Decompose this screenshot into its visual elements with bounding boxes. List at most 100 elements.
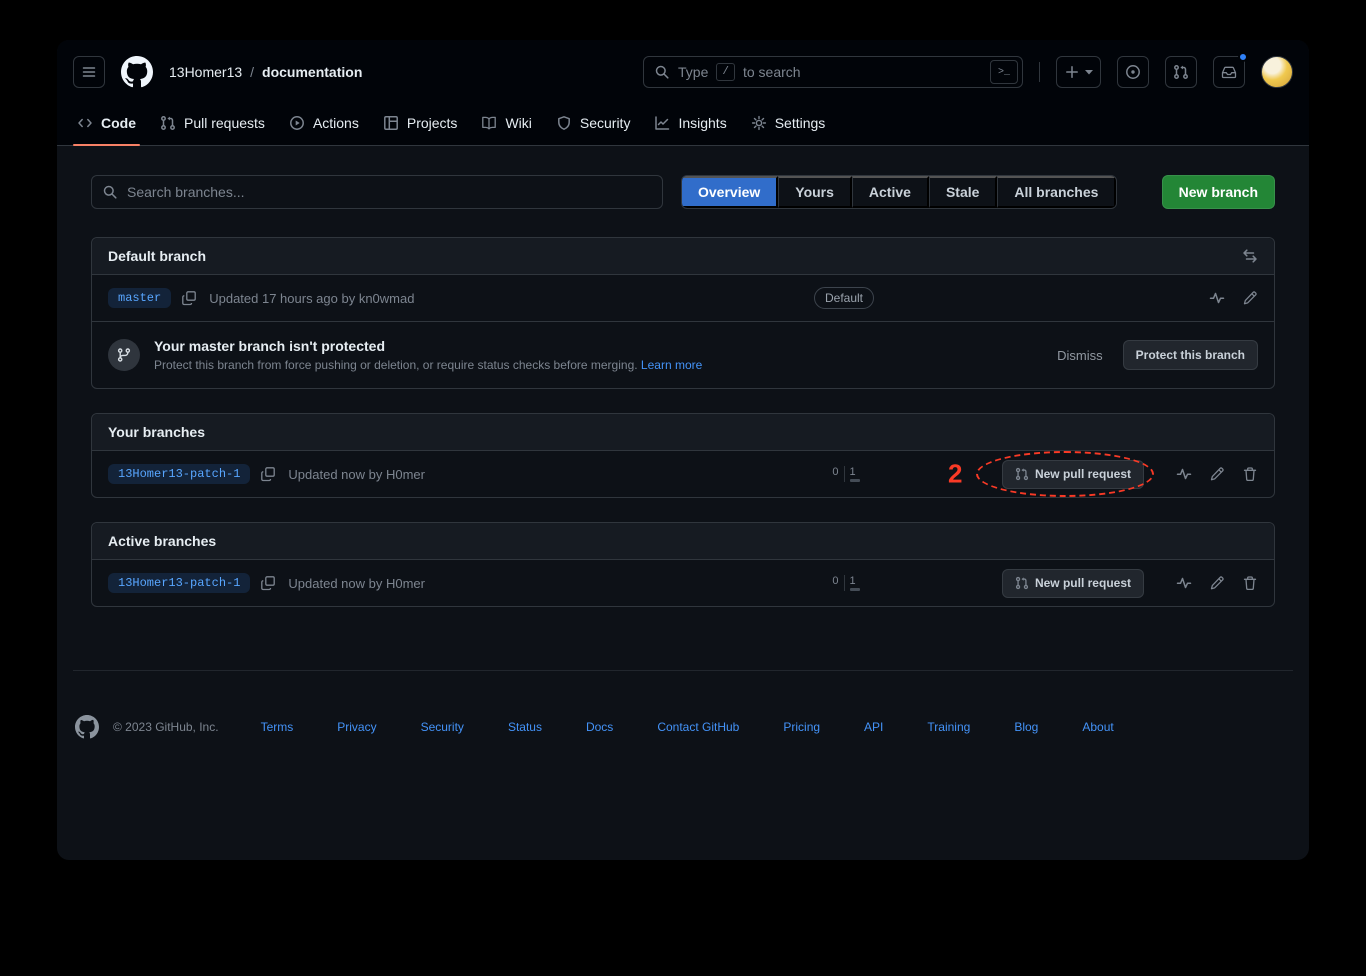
branch-name-badge[interactable]: 13Homer13-patch-1	[108, 464, 250, 484]
branch-protection-banner: Your master branch isn't protected Prote…	[92, 321, 1274, 388]
footer-link-training[interactable]: Training	[927, 720, 970, 734]
github-logo-link[interactable]	[121, 56, 153, 88]
new-branch-button[interactable]: New branch	[1162, 175, 1275, 209]
copy-branch-name-button[interactable]	[181, 290, 197, 306]
create-new-button[interactable]	[1056, 56, 1101, 88]
new-pull-request-label: New pull request	[1035, 467, 1131, 481]
footer-link-blog[interactable]: Blog	[1014, 720, 1038, 734]
search-icon	[654, 64, 670, 80]
footer-link-pricing[interactable]: Pricing	[783, 720, 820, 734]
ahead-bar	[850, 588, 860, 591]
active-branches-card: Active branches 13Homer13-patch-1 Update…	[91, 522, 1275, 607]
pull-requests-button[interactable]	[1165, 56, 1197, 88]
tab-code[interactable]: Code	[69, 104, 144, 145]
tab-label: Actions	[313, 115, 359, 131]
filter-active[interactable]: Active	[852, 176, 929, 208]
new-pull-request-button[interactable]: New pull request	[1002, 460, 1144, 489]
breadcrumb-repo[interactable]: documentation	[262, 64, 362, 80]
default-branch-card-header: Default branch	[92, 238, 1274, 275]
delete-branch-button[interactable]	[1242, 575, 1258, 591]
footer-link-status[interactable]: Status	[508, 720, 542, 734]
delete-branch-button[interactable]	[1242, 466, 1258, 482]
default-branch-row: master Updated 17 hours ago by kn0wmad D…	[92, 275, 1274, 321]
protection-title: Your master branch isn't protected	[154, 338, 702, 354]
hamburger-button[interactable]	[73, 56, 105, 88]
search-placeholder-prefix: Type	[678, 64, 708, 80]
tab-pull-requests[interactable]: Pull requests	[152, 104, 273, 145]
activity-link[interactable]	[1209, 290, 1225, 306]
branch-updated-text: Updated 17 hours ago by kn0wmad	[209, 291, 414, 306]
activity-link[interactable]	[1176, 575, 1192, 591]
annotation-step-number: 2	[948, 459, 962, 490]
activity-link[interactable]	[1176, 466, 1192, 482]
divergence-col: 0 1	[784, 466, 904, 482]
search-placeholder-suffix: to search	[743, 64, 801, 80]
row-actions	[1162, 466, 1258, 482]
search-icon	[102, 184, 118, 200]
branch-name-badge[interactable]: 13Homer13-patch-1	[108, 573, 250, 593]
tab-actions[interactable]: Actions	[281, 104, 367, 145]
filter-stale[interactable]: Stale	[929, 176, 997, 208]
filter-overview[interactable]: Overview	[682, 176, 778, 208]
breadcrumb-owner[interactable]: 13Homer13	[169, 64, 242, 80]
git-pull-request-icon	[1173, 64, 1189, 80]
tab-label: Wiki	[505, 115, 531, 131]
rename-branch-button[interactable]	[1242, 290, 1258, 306]
pencil-icon	[1209, 466, 1225, 482]
tab-wiki[interactable]: Wiki	[473, 104, 539, 145]
tab-projects[interactable]: Projects	[375, 104, 466, 145]
branch-updated-text: Updated now by H0mer	[288, 467, 425, 482]
command-palette-icon: >_	[998, 67, 1010, 78]
pulse-icon	[1209, 290, 1225, 306]
filter-yours[interactable]: Yours	[778, 176, 852, 208]
shield-icon	[556, 115, 572, 131]
branch-protection-circle	[108, 339, 140, 371]
footer-link-about[interactable]: About	[1082, 720, 1113, 734]
new-pull-request-button[interactable]: New pull request	[1002, 569, 1144, 598]
avatar[interactable]	[1261, 56, 1293, 88]
footer-link-docs[interactable]: Docs	[586, 720, 613, 734]
row-actions	[1162, 575, 1258, 591]
rename-branch-button[interactable]	[1209, 466, 1225, 482]
footer-github-logo[interactable]	[75, 715, 99, 739]
footer-links: Terms Privacy Security Status Docs Conta…	[261, 720, 1114, 734]
default-badge-col: Default	[784, 287, 904, 309]
footer-link-security[interactable]: Security	[421, 720, 464, 734]
copy-branch-name-button[interactable]	[260, 466, 276, 482]
pencil-icon	[1209, 575, 1225, 591]
compare-branches-button[interactable]	[1242, 248, 1258, 264]
github-mark-icon	[121, 56, 153, 88]
protection-description-text: Protect this branch from force pushing o…	[154, 358, 638, 372]
footer-link-terms[interactable]: Terms	[261, 720, 294, 734]
tab-insights[interactable]: Insights	[646, 104, 734, 145]
card-title: Active branches	[108, 533, 216, 549]
footer-link-api[interactable]: API	[864, 720, 883, 734]
app-header: 13Homer13 / documentation Type / to sear…	[57, 40, 1309, 104]
issues-button[interactable]	[1117, 56, 1149, 88]
protect-branch-button[interactable]: Protect this branch	[1123, 340, 1258, 370]
footer-link-privacy[interactable]: Privacy	[337, 720, 376, 734]
tab-security[interactable]: Security	[548, 104, 639, 145]
behind-cell: 0	[818, 575, 844, 591]
ahead-cell: 1	[845, 575, 871, 591]
branch-row: 13Homer13-patch-1 Updated now by H0mer 0	[92, 451, 1274, 497]
global-search[interactable]: Type / to search >_	[643, 56, 1023, 88]
learn-more-link[interactable]: Learn more	[641, 358, 702, 372]
branch-row: 13Homer13-patch-1 Updated now by H0mer 0	[92, 560, 1274, 606]
divergence-widget: 0 1	[818, 575, 871, 591]
your-branches-card-header: Your branches	[92, 414, 1274, 451]
branch-info: master Updated 17 hours ago by kn0wmad	[108, 288, 784, 308]
footer-link-contact[interactable]: Contact GitHub	[657, 720, 739, 734]
rename-branch-button[interactable]	[1209, 575, 1225, 591]
tab-settings[interactable]: Settings	[743, 104, 834, 145]
command-palette-button[interactable]: >_	[990, 60, 1018, 84]
filter-all-branches[interactable]: All branches	[997, 176, 1116, 208]
breadcrumb: 13Homer13 / documentation	[169, 64, 362, 80]
gear-icon	[751, 115, 767, 131]
copy-branch-name-button[interactable]	[260, 575, 276, 591]
branch-search-input[interactable]	[127, 184, 652, 200]
branch-name-badge[interactable]: master	[108, 288, 171, 308]
ahead-cell: 1	[845, 466, 871, 482]
tab-label: Insights	[678, 115, 726, 131]
dismiss-button[interactable]: Dismiss	[1057, 348, 1103, 363]
